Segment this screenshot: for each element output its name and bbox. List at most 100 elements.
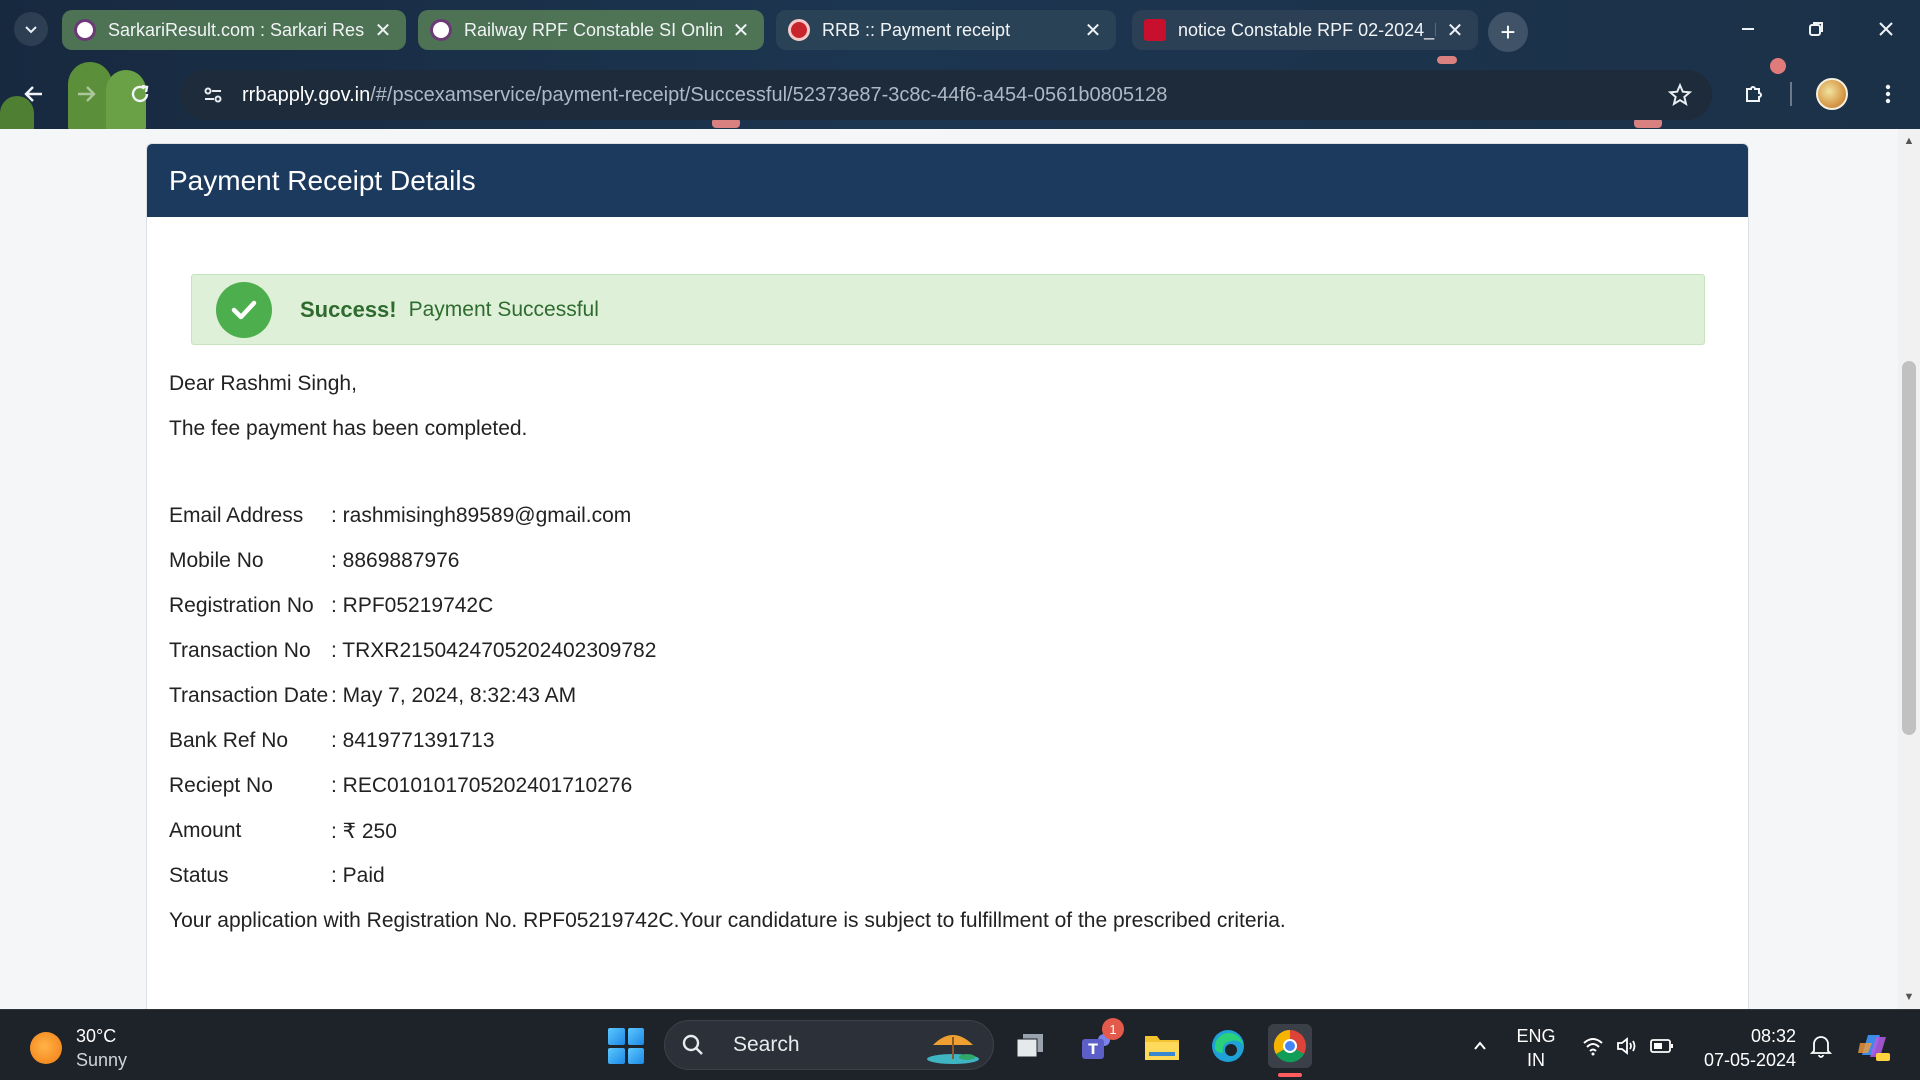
task-view-button[interactable]: [1008, 1024, 1052, 1068]
search-icon: [682, 1034, 703, 1055]
detail-label: Reciept No: [169, 774, 273, 797]
volume-icon: [1617, 1037, 1636, 1055]
sun-icon: [30, 1032, 62, 1064]
url-text[interactable]: rrbapply.gov.in/#/pscexamservice/payment…: [242, 84, 1660, 107]
toolbar-divider: [1790, 82, 1792, 106]
tab-rrb-payment-receipt[interactable]: RRB :: Payment receipt ✕: [776, 10, 1116, 50]
tab-notice-pdf[interactable]: notice Constable RPF 02-2024_I ✕: [1132, 10, 1478, 50]
copilot-button[interactable]: [1852, 1024, 1896, 1068]
language-secondary: IN: [1526, 1050, 1545, 1070]
detail-value: : RPF05219742C: [331, 594, 494, 617]
chrome-browser-button[interactable]: [1268, 1024, 1312, 1068]
detail-row-bank-ref: Bank Ref No : 8419771391713: [169, 729, 495, 753]
sarkari-favicon-icon: [430, 19, 452, 41]
arrow-right-icon: [78, 86, 96, 102]
windows-logo-icon: [627, 1047, 644, 1064]
close-icon[interactable]: ✕: [1444, 18, 1466, 43]
detail-value: : TRXR2150424705202402309782: [331, 639, 657, 662]
tab-sarkariresult[interactable]: SarkariResult.com : Sarkari Resu ✕: [62, 10, 406, 50]
detail-label: Transaction Date: [169, 684, 329, 707]
windows-taskbar: 30°C Sunny Search T 1 ENG IN 08:32 07-05…: [0, 1009, 1920, 1080]
language-indicator[interactable]: ENG IN: [1512, 1024, 1560, 1072]
tab-search-button[interactable]: [14, 12, 48, 46]
more-vertical-icon: [1885, 84, 1891, 104]
detail-label: Transaction No: [169, 639, 311, 662]
teams-app-button[interactable]: T 1: [1074, 1018, 1124, 1068]
windows-logo-icon: [608, 1028, 625, 1045]
profile-button[interactable]: [1812, 74, 1852, 114]
puzzle-icon: [1746, 86, 1762, 102]
alert-message: Payment Successful: [408, 297, 599, 321]
edge-browser-button[interactable]: [1206, 1024, 1250, 1068]
bookmark-star-icon[interactable]: [1660, 75, 1700, 115]
extensions-button[interactable]: [1734, 74, 1774, 114]
start-button[interactable]: [608, 1028, 644, 1064]
success-alert: Success! Payment Successful: [191, 274, 1705, 345]
greeting: Dear Rashmi Singh,: [169, 372, 357, 395]
minimize-icon: [1742, 28, 1754, 30]
detail-label: Email Address: [169, 504, 304, 527]
clock-time: 08:32: [1750, 1026, 1797, 1046]
clock-date: 07-05-2024: [1703, 1050, 1797, 1070]
scroll-thumb[interactable]: [1902, 361, 1916, 735]
payment-receipt-card: Payment Receipt Details Success! Payment…: [146, 143, 1749, 1009]
minimize-button[interactable]: [1728, 12, 1768, 46]
wifi-icon: [1583, 1038, 1603, 1056]
chevron-up-icon: [1474, 1041, 1486, 1050]
close-icon[interactable]: ✕: [1082, 18, 1104, 43]
restore-icon: [1809, 22, 1823, 36]
scroll-up-arrow-icon[interactable]: ▲: [1898, 131, 1920, 151]
page-scrollbar[interactable]: ▲ ▼: [1898, 129, 1920, 1009]
clock[interactable]: 08:32 07-05-2024: [1700, 1024, 1800, 1072]
address-bar[interactable]: rrbapply.gov.in/#/pscexamservice/payment…: [180, 70, 1712, 120]
notifications-button[interactable]: [1806, 1024, 1836, 1068]
detail-row-mobile: Mobile No : 8869887976: [169, 549, 459, 573]
notification-badge: 1: [1102, 1018, 1124, 1040]
weather-condition: Sunny: [76, 1050, 128, 1070]
arrow-left-icon: [24, 86, 42, 102]
detail-row-amount: Amount : ₹ 250: [169, 819, 397, 844]
tab-title: RRB :: Payment receipt: [822, 19, 1011, 40]
copilot-icon: [1858, 1035, 1890, 1061]
close-icon[interactable]: ✕: [730, 18, 752, 43]
candidature-note: Your application with Registration No. R…: [169, 909, 1286, 932]
tab-title: notice Constable RPF 02-2024_I: [1178, 19, 1436, 40]
site-info-icon[interactable]: [198, 80, 228, 110]
file-explorer-button[interactable]: [1140, 1024, 1184, 1068]
tab-railway-rpf[interactable]: Railway RPF Constable SI Onlinc ✕: [418, 10, 764, 50]
detail-value: : 8419771391713: [331, 729, 495, 752]
browser-toolbar: rrbapply.gov.in/#/pscexamservice/payment…: [0, 64, 1920, 126]
close-window-button[interactable]: [1866, 12, 1906, 46]
detail-row-transaction-no: Transaction No : TRXR2150424705202402309…: [169, 639, 656, 663]
scroll-down-arrow-icon[interactable]: ▼: [1898, 987, 1920, 1007]
detail-row-status: Status : Paid: [169, 864, 385, 888]
detail-label: Mobile No: [169, 549, 264, 572]
detail-label: Registration No: [169, 594, 314, 617]
language-primary: ENG: [1516, 1026, 1556, 1046]
show-hidden-icons-button[interactable]: [1466, 1024, 1494, 1068]
detail-value: : rashmisingh89589@gmail.com: [331, 504, 632, 527]
detail-value: : May 7, 2024, 8:32:43 AM: [331, 684, 577, 707]
weather-widget[interactable]: 30°C Sunny: [30, 1024, 127, 1072]
detail-value: : Paid: [331, 864, 385, 887]
detail-row-transaction-date: Transaction Date : May 7, 2024, 8:32:43 …: [169, 684, 576, 708]
close-icon: [1879, 22, 1893, 36]
browser-chrome: SarkariResult.com : Sarkari Resu ✕ Railw…: [0, 0, 1920, 129]
bell-icon: [1810, 1036, 1832, 1058]
detail-label: Bank Ref No: [169, 729, 289, 752]
back-button[interactable]: [14, 74, 54, 114]
url-path: /#/pscexamservice/payment-receipt/Succes…: [370, 83, 1168, 106]
windows-logo-icon: [608, 1047, 625, 1064]
forward-button[interactable]: [66, 74, 106, 114]
restore-button[interactable]: [1796, 12, 1836, 46]
reload-button[interactable]: [120, 74, 160, 114]
page-title: Payment Receipt Details: [169, 164, 476, 196]
network-volume-battery-button[interactable]: [1578, 1024, 1678, 1068]
browser-menu-button[interactable]: [1868, 74, 1908, 114]
folder-icon: [1145, 1036, 1179, 1060]
payment-message: The fee payment has been completed.: [169, 417, 528, 440]
taskbar-search[interactable]: Search: [664, 1020, 994, 1070]
chevron-down-icon: [25, 26, 37, 34]
close-icon[interactable]: ✕: [372, 18, 394, 43]
new-tab-button[interactable]: +: [1488, 12, 1528, 52]
